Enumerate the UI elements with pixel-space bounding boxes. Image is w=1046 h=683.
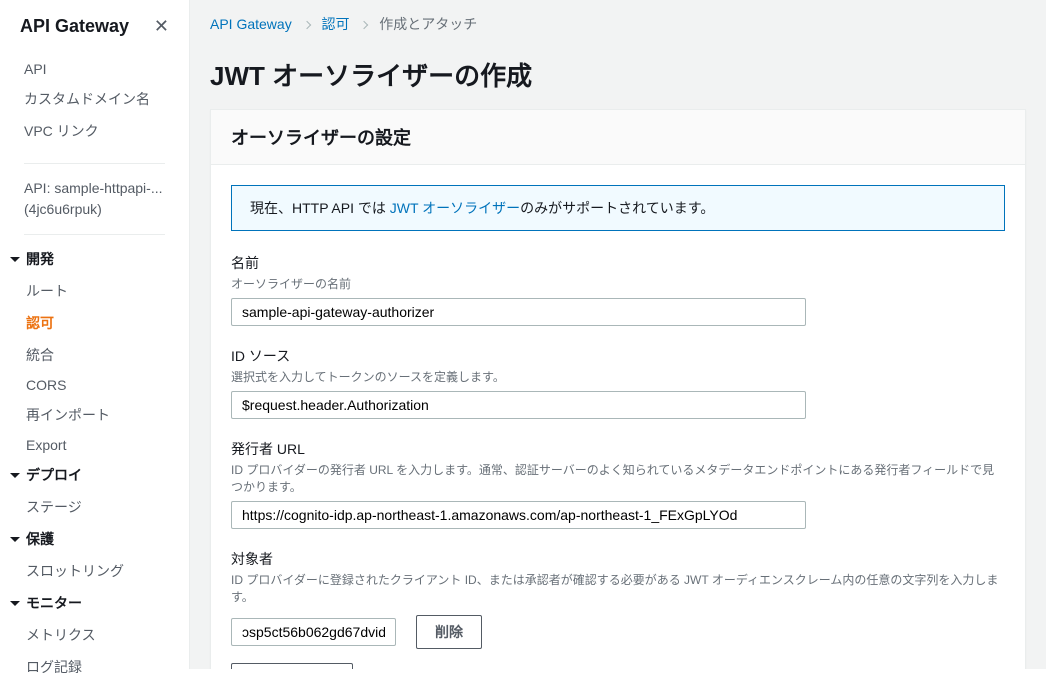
- page-title: JWT オーソライザーの作成: [210, 56, 1026, 93]
- group-protect[interactable]: 保護: [0, 523, 189, 555]
- audience-row: 削除: [231, 615, 1005, 649]
- close-icon[interactable]: ✕: [154, 16, 169, 37]
- caret-down-icon: [10, 473, 20, 478]
- aud-desc: ID プロバイダーに登録されたクライアント ID、または承認者が確認する必要があ…: [231, 571, 1005, 605]
- main-content: API Gateway 認可 作成とアタッチ JWT オーソライザーの作成 オー…: [190, 0, 1046, 669]
- idsrc-label: ID ソース: [231, 346, 1005, 366]
- info-box: 現在、HTTP API では JWT オーソライザーのみがサポートされています。: [231, 185, 1005, 231]
- group-protect-label: 保護: [26, 529, 54, 549]
- field-idsource: ID ソース 選択式を入力してトークンのソースを定義します。: [231, 346, 1005, 419]
- nav-item-vpc-link[interactable]: VPC リンク: [0, 115, 189, 147]
- nav-item-export[interactable]: Export: [26, 431, 189, 459]
- issuer-input[interactable]: [231, 501, 806, 529]
- idsrc-desc: 選択式を入力してトークンのソースを定義します。: [231, 368, 1005, 385]
- sidebar: API Gateway ✕ API カスタムドメイン名 VPC リンク API:…: [0, 0, 190, 669]
- nav-item-api[interactable]: API: [0, 55, 189, 83]
- info-text-before: 現在、HTTP API では: [250, 200, 390, 216]
- breadcrumb-current: 作成とアタッチ: [379, 16, 477, 32]
- group-monitor-label: モニター: [26, 593, 82, 613]
- breadcrumb-root[interactable]: API Gateway: [210, 16, 292, 32]
- panel-header: オーソライザーの設定: [211, 110, 1025, 165]
- group-develop[interactable]: 開発: [0, 243, 189, 275]
- caret-down-icon: [10, 601, 20, 606]
- nav-item-metrics[interactable]: メトリクス: [26, 619, 189, 651]
- nav-item-reimport[interactable]: 再インポート: [26, 399, 189, 431]
- chevron-right-icon: [304, 16, 310, 32]
- sidebar-title: API Gateway: [20, 16, 129, 37]
- nav-item-throttling[interactable]: スロットリング: [26, 555, 189, 587]
- breadcrumb: API Gateway 認可 作成とアタッチ: [210, 14, 1026, 34]
- info-link[interactable]: JWT オーソライザー: [390, 200, 520, 216]
- selected-api-label[interactable]: API: sample-httpapi-... (4jc6u6rpuk): [0, 172, 189, 226]
- info-text-after: のみがサポートされています。: [520, 200, 714, 216]
- add-audience-button[interactable]: 対象者を追加: [231, 663, 353, 669]
- field-issuer: 発行者 URL ID プロバイダーの発行者 URL を入力します。通常、認証サー…: [231, 439, 1005, 529]
- delete-audience-button[interactable]: 削除: [416, 615, 482, 649]
- nav-item-custom-domain[interactable]: カスタムドメイン名: [0, 83, 189, 115]
- breadcrumb-level2[interactable]: 認可: [321, 16, 349, 32]
- sidebar-top-nav: API カスタムドメイン名 VPC リンク: [0, 47, 189, 155]
- issuer-desc: ID プロバイダーの発行者 URL を入力します。通常、認証サーバーのよく知られ…: [231, 461, 1005, 495]
- name-input[interactable]: [231, 298, 806, 326]
- sidebar-header: API Gateway ✕: [0, 16, 189, 47]
- group-deploy-label: デプロイ: [26, 465, 82, 485]
- divider: [24, 234, 165, 235]
- authorizer-panel: オーソライザーの設定 現在、HTTP API では JWT オーソライザーのみが…: [210, 109, 1026, 669]
- field-audience: 対象者 ID プロバイダーに登録されたクライアント ID、または承認者が確認する…: [231, 549, 1005, 605]
- idsrc-input[interactable]: [231, 391, 806, 419]
- chevron-right-icon: [361, 16, 367, 32]
- nav-item-cors[interactable]: CORS: [26, 371, 189, 399]
- divider: [24, 163, 165, 164]
- group-deploy[interactable]: デプロイ: [0, 459, 189, 491]
- nav-item-logging[interactable]: ログ記録: [26, 651, 189, 683]
- field-name: 名前 オーソライザーの名前: [231, 253, 1005, 326]
- name-desc: オーソライザーの名前: [231, 275, 1005, 292]
- caret-down-icon: [10, 537, 20, 542]
- group-develop-label: 開発: [26, 249, 54, 269]
- nav-item-routes[interactable]: ルート: [26, 275, 189, 307]
- audience-input[interactable]: [231, 618, 396, 646]
- nav-item-stages[interactable]: ステージ: [26, 491, 189, 523]
- group-monitor[interactable]: モニター: [0, 587, 189, 619]
- nav-item-integrations[interactable]: 統合: [26, 339, 189, 371]
- issuer-label: 発行者 URL: [231, 439, 1005, 459]
- aud-label: 対象者: [231, 549, 1005, 569]
- name-label: 名前: [231, 253, 1005, 273]
- caret-down-icon: [10, 257, 20, 262]
- nav-item-authorization[interactable]: 認可: [26, 307, 189, 339]
